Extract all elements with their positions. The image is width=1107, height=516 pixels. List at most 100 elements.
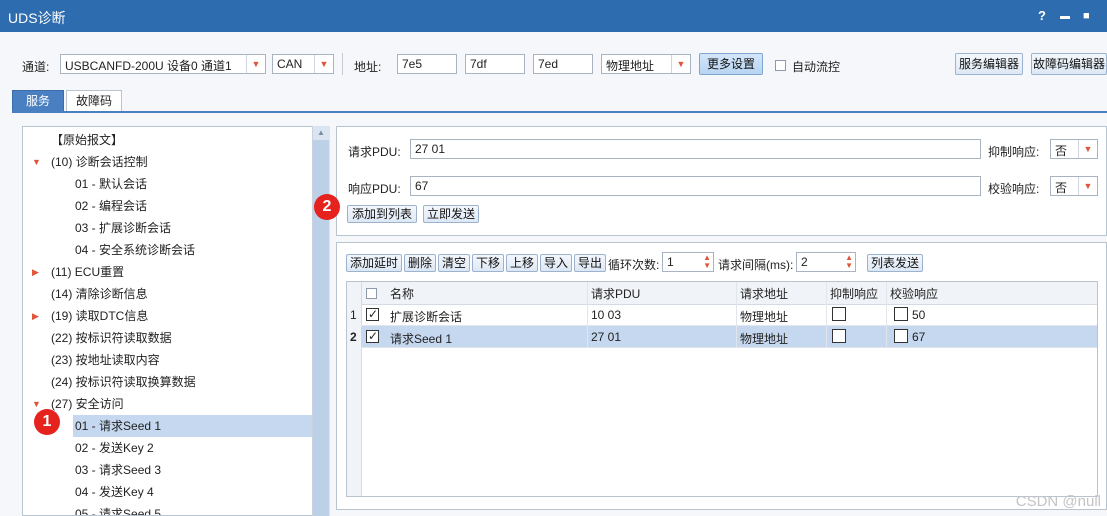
suppress-response-value: 否 [1055, 144, 1068, 158]
expand-right-icon[interactable]: ▶ [32, 311, 39, 322]
protocol-select-value: CAN [277, 57, 303, 71]
column-header[interactable]: 名称 [390, 285, 414, 302]
response-pdu-label: 响应PDU: [348, 182, 401, 196]
tree-item[interactable]: 01 - 默认会话 [75, 173, 147, 195]
expand-down-icon[interactable]: ▼ [32, 157, 41, 167]
select-all-checkbox[interactable] [366, 288, 377, 299]
tree-item[interactable]: 02 - 发送Key 2 [75, 437, 154, 459]
chevron-down-icon: ▼ [671, 55, 690, 73]
row-enable-checkbox[interactable]: ✓ [366, 329, 379, 343]
address-input-2[interactable]: 7df [465, 54, 525, 74]
list-toolbar-button[interactable]: 导入 [540, 254, 572, 272]
help-icon[interactable]: ? [1038, 8, 1046, 23]
request-interval-stepper[interactable]: 2 ▲ ▼ [796, 252, 856, 272]
chevron-down-icon: ▼ [246, 55, 265, 73]
channel-select-value: USBCANFD-200U 设备0 通道1 [65, 59, 232, 73]
row-verify-value: 67 [912, 330, 926, 344]
address-input-1[interactable]: 7e5 [397, 54, 457, 74]
tree-item[interactable]: (27) 安全访问 [51, 393, 124, 415]
column-header[interactable]: 请求PDU [591, 285, 640, 302]
tree-item[interactable]: (11) ECU重置 [51, 261, 124, 283]
tree-item[interactable]: 02 - 编程会话 [75, 195, 147, 217]
column-header[interactable]: 校验响应 [890, 285, 938, 302]
tree-item[interactable]: (10) 诊断会话控制 [51, 151, 148, 173]
window-titlebar: UDS诊断 ? ▬ ■ [0, 0, 1107, 32]
row-suppress-checkbox[interactable] [832, 307, 846, 321]
maximize-icon[interactable]: ■ [1083, 10, 1090, 22]
watermark: CSDN @null [1015, 493, 1101, 510]
tree-item[interactable]: 03 - 扩展诊断会话 [75, 217, 171, 239]
row-request-address[interactable]: 物理地址 [740, 330, 788, 347]
address-type-select[interactable]: 物理地址 ▼ [601, 54, 691, 74]
list-toolbar-button[interactable]: 删除 [404, 254, 436, 272]
table-header [347, 282, 1097, 305]
tree-item[interactable]: (19) 读取DTC信息 [51, 305, 148, 327]
column-header[interactable]: 抑制响应 [830, 285, 878, 302]
column-header[interactable]: 请求地址 [740, 285, 788, 302]
spin-down-icon[interactable]: ▼ [845, 262, 853, 270]
chevron-down-icon: ▼ [314, 55, 333, 73]
dtc-editor-button[interactable]: 故障码编辑器 [1031, 53, 1107, 75]
list-toolbar-button[interactable]: 清空 [438, 254, 470, 272]
minimize-icon[interactable]: ▬ [1060, 11, 1070, 22]
list-send-button[interactable]: 列表发送 [867, 254, 923, 272]
list-toolbar-button[interactable]: 导出 [574, 254, 606, 272]
response-pdu-input[interactable]: 67 [410, 176, 981, 196]
send-now-button[interactable]: 立即发送 [423, 205, 479, 223]
verify-response-label: 校验响应: [988, 182, 1040, 196]
tree-item[interactable]: (23) 按地址读取内容 [51, 349, 160, 371]
row-verify-checkbox[interactable] [894, 329, 908, 343]
request-list-table: 名称 请求PDU 请求地址 抑制响应 校验响应 1 ✓ 扩展诊断会话 10 03 物理地址 50 2 ✓… [346, 281, 1098, 497]
more-settings-button[interactable]: 更多设置 [699, 53, 763, 75]
tree-item[interactable]: 【原始报文】 [51, 129, 123, 151]
tab-dtc[interactable]: 故障码 [66, 90, 122, 112]
list-toolbar-button[interactable]: 下移 [472, 254, 504, 272]
scroll-up-icon[interactable]: ▲ [317, 128, 325, 137]
channel-label: 通道: [22, 60, 50, 74]
address-label: 地址: [354, 60, 382, 74]
auto-flow-checkbox[interactable] [775, 60, 786, 71]
expand-down-icon[interactable]: ▼ [32, 399, 41, 409]
checkmark-icon: ✓ [368, 307, 379, 321]
row-name[interactable]: 请求Seed 1 [390, 330, 452, 347]
service-editor-button[interactable]: 服务编辑器 [955, 53, 1023, 75]
row-request-pdu[interactable]: 10 03 [591, 308, 621, 322]
tree-item[interactable]: 04 - 安全系统诊断会话 [75, 239, 195, 261]
chevron-down-icon: ▼ [1078, 177, 1097, 195]
tree-item[interactable]: 03 - 请求Seed 3 [75, 459, 161, 481]
loop-count-label: 循环次数: [608, 258, 660, 272]
row-name[interactable]: 扩展诊断会话 [390, 308, 462, 325]
expand-right-icon[interactable]: ▶ [32, 267, 39, 278]
row-suppress-checkbox[interactable] [832, 329, 846, 343]
address-type-value: 物理地址 [606, 59, 655, 73]
request-interval-value: 2 [801, 255, 808, 269]
column-divider [886, 282, 887, 348]
list-toolbar-button[interactable]: 上移 [506, 254, 538, 272]
add-to-list-button[interactable]: 添加到列表 [347, 205, 417, 223]
suppress-response-select[interactable]: 否 ▼ [1050, 139, 1098, 159]
row-request-pdu[interactable]: 27 01 [591, 330, 621, 344]
channel-select[interactable]: USBCANFD-200U 设备0 通道1 ▼ [60, 54, 266, 74]
row-verify-checkbox[interactable] [894, 307, 908, 321]
tree-item[interactable]: (14) 清除诊断信息 [51, 283, 148, 305]
address-input-3[interactable]: 7ed [533, 54, 593, 74]
tree-item[interactable]: 01 - 请求Seed 1 [75, 415, 161, 437]
annotation-badge-1: 1 [34, 409, 60, 435]
tree-item[interactable]: (22) 按标识符读取数据 [51, 327, 172, 349]
tab-service[interactable]: 服务 [12, 90, 64, 112]
row-index: 2 [350, 330, 357, 344]
loop-count-stepper[interactable]: 1 ▲ ▼ [662, 252, 714, 272]
list-toolbar-button[interactable]: 添加延时 [346, 254, 402, 272]
row-request-address[interactable]: 物理地址 [740, 308, 788, 325]
verify-response-value: 否 [1055, 181, 1068, 195]
row-enable-checkbox[interactable]: ✓ [366, 307, 379, 321]
spin-down-icon[interactable]: ▼ [703, 262, 711, 270]
column-divider [826, 282, 827, 348]
request-pdu-input[interactable]: 27 01 [410, 139, 981, 159]
protocol-select[interactable]: CAN ▼ [272, 54, 334, 74]
request-interval-label: 请求间隔(ms): [718, 258, 794, 272]
tree-item[interactable]: 04 - 发送Key 4 [75, 481, 154, 503]
verify-response-select[interactable]: 否 ▼ [1050, 176, 1098, 196]
tree-item[interactable]: (24) 按标识符读取换算数据 [51, 371, 196, 393]
tree-item[interactable]: 05 - 请求Seed 5 [75, 503, 161, 515]
